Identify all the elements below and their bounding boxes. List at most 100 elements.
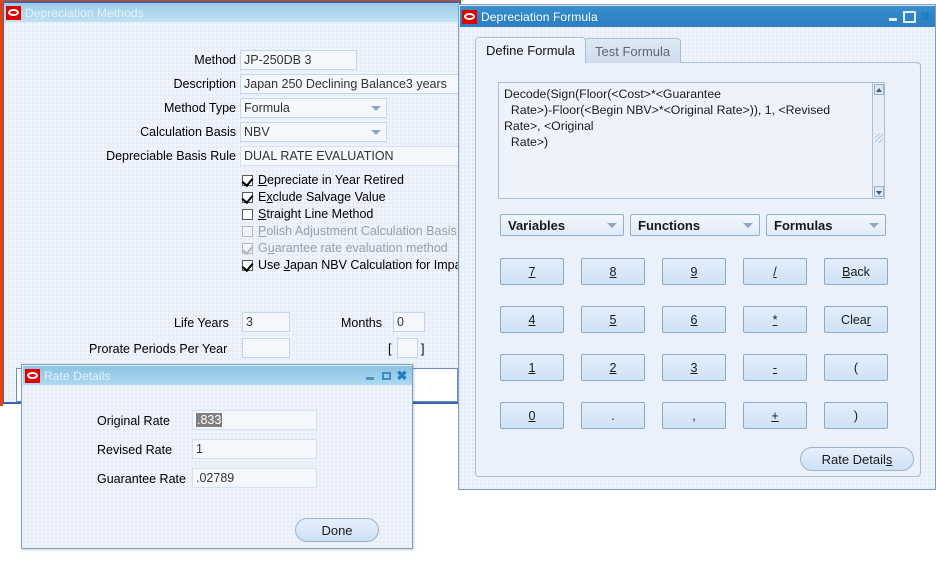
window-controls: ✖: [363, 368, 412, 383]
tab-test-formula[interactable]: Test Formula: [584, 38, 682, 63]
label-calculation-basis: Calculation Basis: [140, 125, 236, 139]
main-titlebar[interactable]: Depreciation Methods: [4, 3, 458, 22]
key-period-button[interactable]: .: [581, 402, 645, 429]
variables-dropdown-label: Variables: [508, 217, 566, 233]
key-multiply-button[interactable]: *: [743, 306, 807, 333]
formula-window-body: Define Formula Test Formula Decode(Sign(…: [460, 27, 935, 489]
key-8-button[interactable]: 8: [581, 258, 645, 285]
formula-titlebar[interactable]: Depreciation Formula ✖: [460, 6, 935, 27]
life-years-input[interactable]: 3: [242, 312, 290, 332]
revised-rate-input[interactable]: 1: [192, 439, 317, 459]
original-rate-input[interactable]: .833: [192, 410, 317, 430]
scroll-down-arrow-icon[interactable]: [874, 186, 884, 197]
prorate-periods-input[interactable]: [242, 338, 290, 358]
scroll-up-arrow-icon[interactable]: [874, 84, 884, 95]
key-plus-button[interactable]: +: [743, 402, 807, 429]
original-rate-value: .833: [196, 413, 223, 427]
maximize-icon[interactable]: [902, 10, 916, 23]
checkbox-group: Depreciate in Year Retired Exclude Salva…: [242, 173, 462, 275]
key-5-button[interactable]: 5: [581, 306, 645, 333]
rate-row-original: Original Rate .833: [23, 410, 412, 435]
checkbox-label: Polish Adjustment Calculation Basis: [258, 224, 457, 238]
tab-label: Define Formula: [486, 43, 575, 58]
key-3-button[interactable]: 3: [662, 354, 726, 381]
depreciation-formula-window: Depreciation Formula ✖ Define Formula Te…: [458, 4, 936, 490]
close-icon[interactable]: ✖: [395, 368, 409, 383]
rate-details-body: Original Rate .833 Revised Rate 1 Guaran…: [23, 385, 412, 548]
tab-label: Test Formula: [595, 43, 671, 59]
formulas-dropdown[interactable]: Formulas: [766, 214, 886, 236]
tab-canvas: Decode(Sign(Floor(<Cost>*<Guarantee Rate…: [475, 62, 921, 477]
label-months: Months: [341, 316, 382, 330]
checkbox-exclude-salvage-value[interactable]: Exclude Salvage Value: [242, 190, 462, 204]
formulas-dropdown-label: Formulas: [774, 217, 833, 233]
checkbox-label: Depreciate in Year Retired: [258, 173, 404, 187]
checkbox-use-japan-nbv-calculation[interactable]: Use Japan NBV Calculation for Impa: [242, 258, 462, 272]
rate-details-titlebar[interactable]: Rate Details ✖: [23, 366, 412, 385]
rate-details-button[interactable]: Rate Details: [800, 447, 914, 471]
formula-text: Decode(Sign(Floor(<Cost>*<Guarantee Rate…: [504, 87, 831, 149]
checkbox-depreciate-in-year-retired[interactable]: Depreciate in Year Retired: [242, 173, 462, 187]
label-prorate-periods-per-year: Prorate Periods Per Year: [89, 342, 228, 356]
label-method: Method: [194, 53, 236, 67]
chevron-down-icon: [371, 106, 381, 111]
done-button[interactable]: Done: [295, 518, 379, 542]
formula-window-title: Depreciation Formula: [481, 9, 598, 24]
main-window-body: Method JP-250DB 3 Description Japan 250 …: [4, 22, 462, 402]
tab-define-formula[interactable]: Define Formula: [475, 37, 586, 63]
checkbox-label: Use Japan NBV Calculation for Impa: [258, 258, 462, 272]
key-2-button[interactable]: 2: [581, 354, 645, 381]
field-row-method: Method JP-250DB 3: [4, 50, 458, 74]
window-controls: ✖: [886, 9, 935, 24]
depreciable-basis-rule-input[interactable]: DUAL RATE EVALUATION: [240, 146, 462, 166]
key-4-button[interactable]: 4: [500, 306, 564, 333]
formula-scrollbar[interactable]: [872, 83, 884, 198]
scroll-grip-icon: [875, 133, 883, 143]
label-method-type: Method Type: [163, 101, 236, 115]
key-clear-button[interactable]: Clear: [824, 306, 888, 333]
variables-dropdown[interactable]: Variables: [500, 214, 624, 236]
field-row-calculation-basis: Calculation Basis NBV: [4, 122, 458, 146]
label-life-years: Life Years: [174, 316, 229, 330]
key-divide-button[interactable]: /: [743, 258, 807, 285]
checkbox-guarantee-rate-evaluation-method: Guarantee rate evaluation method: [242, 241, 462, 255]
functions-dropdown[interactable]: Functions: [630, 214, 760, 236]
close-icon[interactable]: ✖: [918, 9, 932, 24]
maximize-icon[interactable]: [379, 369, 393, 382]
minimize-icon[interactable]: [886, 10, 900, 23]
key-minus-button[interactable]: -: [743, 354, 807, 381]
key-7-button[interactable]: 7: [500, 258, 564, 285]
life-years-row: Life Years 3 Months 0: [4, 312, 458, 338]
label-depreciable-basis-rule: Depreciable Basis Rule: [106, 149, 236, 163]
oracle-logo-icon: [25, 368, 40, 383]
method-type-poplist[interactable]: Formula: [240, 98, 387, 118]
checkbox-straight-line-method[interactable]: Straight Line Method: [242, 207, 462, 221]
guarantee-rate-input[interactable]: .02789: [192, 468, 317, 488]
key-9-button[interactable]: 9: [662, 258, 726, 285]
key-open-paren-button[interactable]: (: [824, 354, 888, 381]
key-1-button[interactable]: 1: [500, 354, 564, 381]
formula-textarea[interactable]: Decode(Sign(Floor(<Cost>*<Guarantee Rate…: [498, 82, 885, 199]
key-0-button[interactable]: 0: [500, 402, 564, 429]
description-input[interactable]: Japan 250 Declining Balance3 years: [240, 74, 462, 94]
oracle-logo-icon: [6, 5, 21, 20]
minimize-icon[interactable]: [363, 369, 377, 382]
key-close-paren-button[interactable]: ): [824, 402, 888, 429]
rate-details-button-label: Rate Details: [821, 451, 893, 467]
bracket-close: ]: [421, 342, 425, 356]
checkbox-icon: [242, 225, 253, 237]
key-back-button[interactable]: Back: [824, 258, 888, 285]
calculation-basis-poplist[interactable]: NBV: [240, 122, 387, 142]
bracket-input[interactable]: [397, 338, 418, 358]
screen: Depreciation Methods Method JP-250DB 3 D…: [0, 0, 936, 567]
field-row-description: Description Japan 250 Declining Balance3…: [4, 74, 462, 98]
label-description: Description: [173, 77, 236, 91]
field-row-method-type: Method Type Formula: [4, 98, 458, 122]
method-input[interactable]: JP-250DB 3: [240, 50, 357, 70]
checkbox-polish-adjustment-calculation-basis: Polish Adjustment Calculation Basis: [242, 224, 462, 238]
key-comma-button[interactable]: ,: [662, 402, 726, 429]
key-6-button[interactable]: 6: [662, 306, 726, 333]
label-guarantee-rate: Guarantee Rate: [97, 472, 186, 486]
rate-row-guarantee: Guarantee Rate .02789: [23, 468, 412, 493]
months-input[interactable]: 0: [393, 312, 425, 332]
